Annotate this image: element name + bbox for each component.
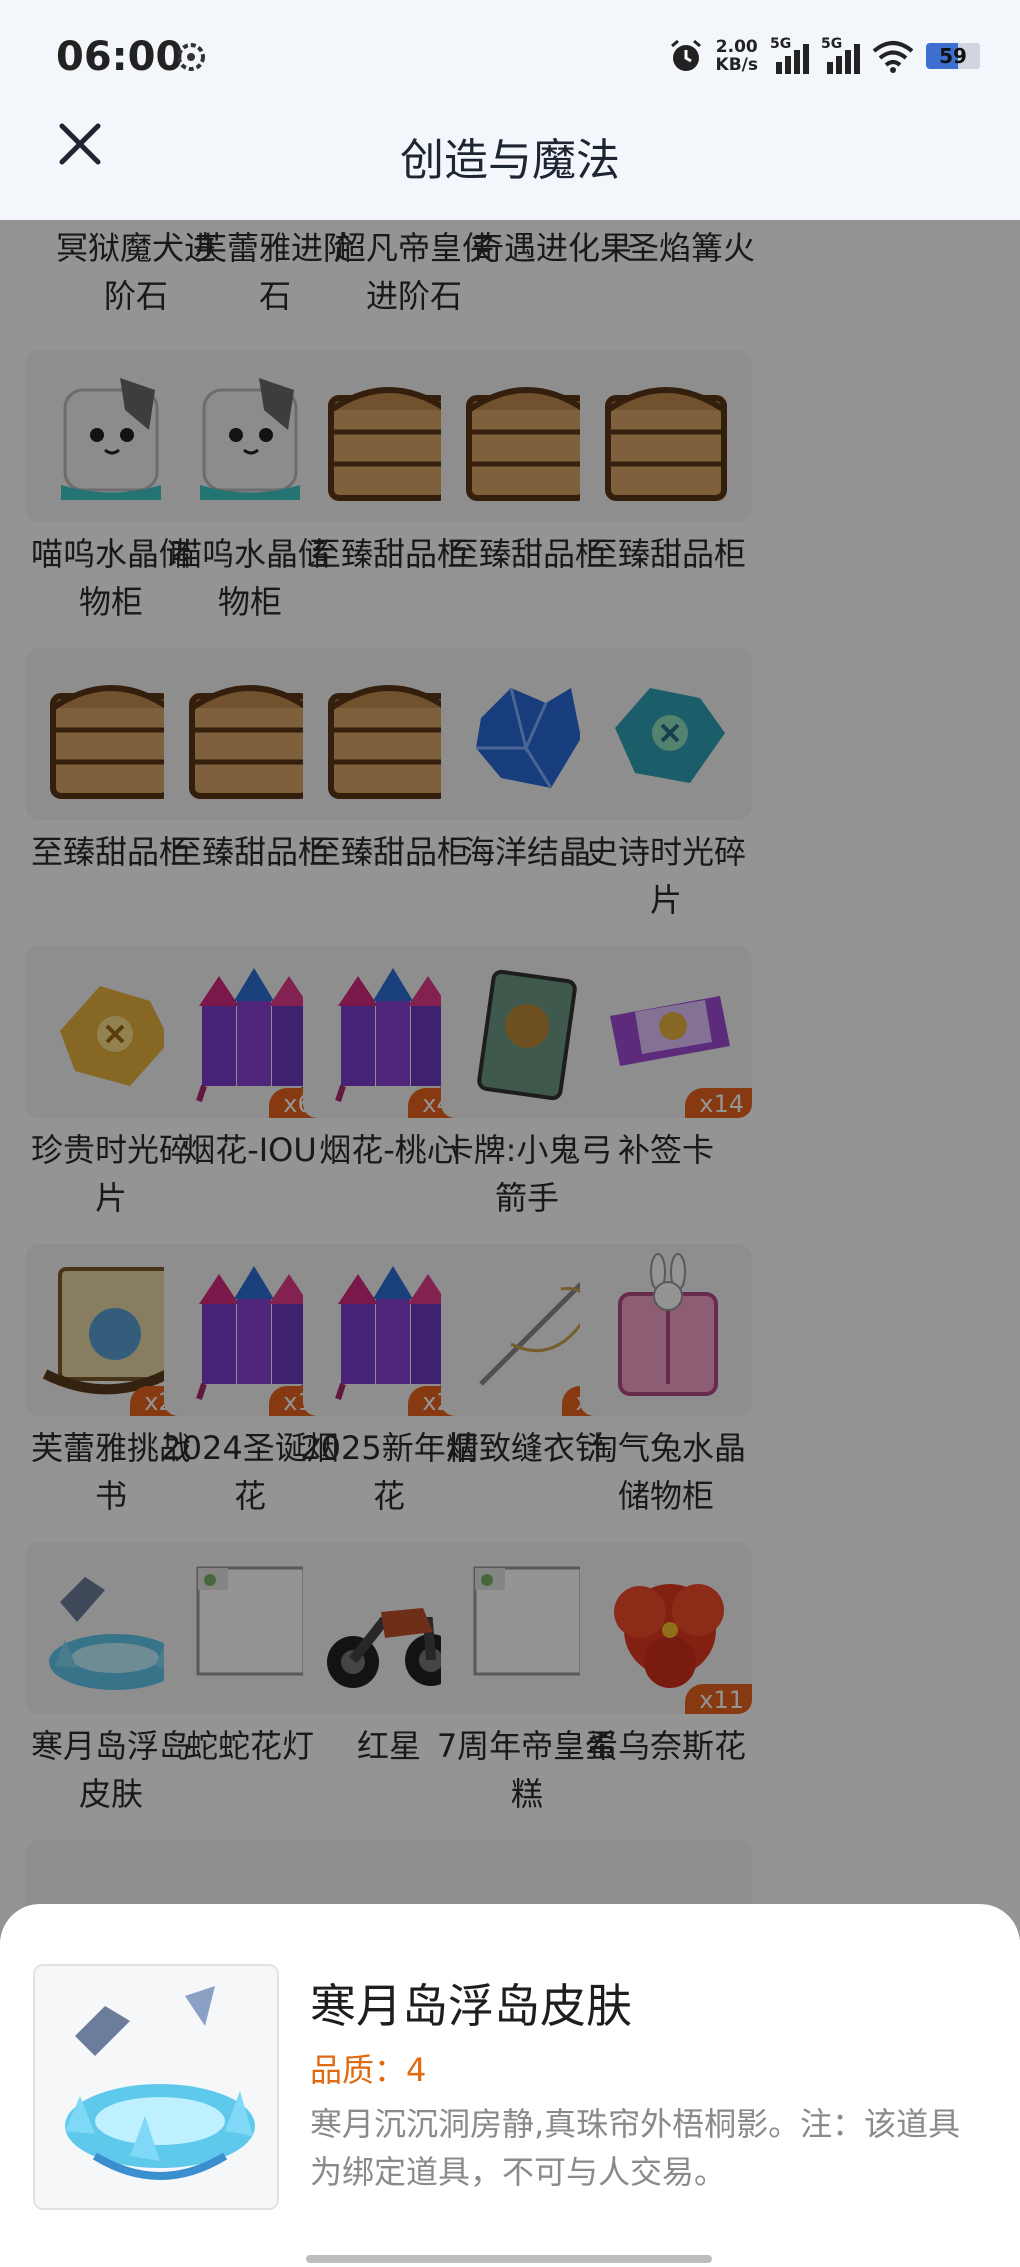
rabbit-cabinet-icon	[618, 1253, 718, 1396]
item-count-badge: x14	[685, 1088, 752, 1118]
grid-item-card[interactable]: x11	[580, 1542, 752, 1714]
detail-item-description: 寒月沉沉洞房静,真珠帘外梧桐影。注：该道具为绑定道具，不可与人交易。	[310, 2105, 961, 2191]
grid-item-card[interactable]	[580, 350, 752, 522]
battery-icon: 59	[926, 43, 980, 69]
page-title: 创造与魔法	[400, 135, 620, 186]
signal-icon: 5G	[770, 36, 809, 74]
home-indicator[interactable]	[306, 2255, 712, 2263]
detail-item-image	[33, 1964, 279, 2210]
floating-island-icon	[65, 1986, 255, 2180]
signal-icon: 5G	[821, 36, 860, 74]
grid-item-label: 至臻甜品柜	[585, 535, 746, 573]
grid-item-card[interactable]	[580, 1244, 752, 1416]
net-speed: 2.00 KB/s	[715, 37, 758, 75]
grid-item-label: 史诗时光碎片	[585, 833, 746, 919]
grid-item-card[interactable]	[580, 648, 752, 820]
detail-item-name: 寒月岛浮岛皮肤	[310, 1979, 632, 2033]
alarm-icon	[670, 39, 701, 71]
grid-item-label: 淘气兔水晶储物柜	[585, 1429, 746, 1515]
dessert-cabinet-icon	[605, 387, 727, 501]
wifi-icon	[872, 41, 914, 73]
grid-item-label: 补签卡	[617, 1131, 714, 1169]
item-grid[interactable]: 冥狱魔犬进阶石 芙蕾雅进阶石 超凡帝皇侠进阶石 奇遇进化果 圣焰篝火 喵呜水晶储物柜 喵呜…	[0, 220, 1020, 1940]
detail-item-quality: 品质：4	[310, 2051, 427, 2089]
gear-icon	[177, 43, 205, 71]
clock: 06:00	[56, 34, 184, 80]
grid-item-card[interactable]: x14	[580, 946, 752, 1118]
epic-time-shard-icon	[615, 688, 725, 783]
status-bar: 06:00 2.00 KB/s 5G 5G 59	[0, 0, 1020, 120]
grid-item-label: 圣焰篝火	[626, 229, 755, 267]
status-icons: 2.00 KB/s 5G 5G 59	[668, 36, 980, 75]
grid-item-label: 希乌奈斯花	[585, 1727, 746, 1765]
item-count-badge: x11	[685, 1684, 752, 1714]
